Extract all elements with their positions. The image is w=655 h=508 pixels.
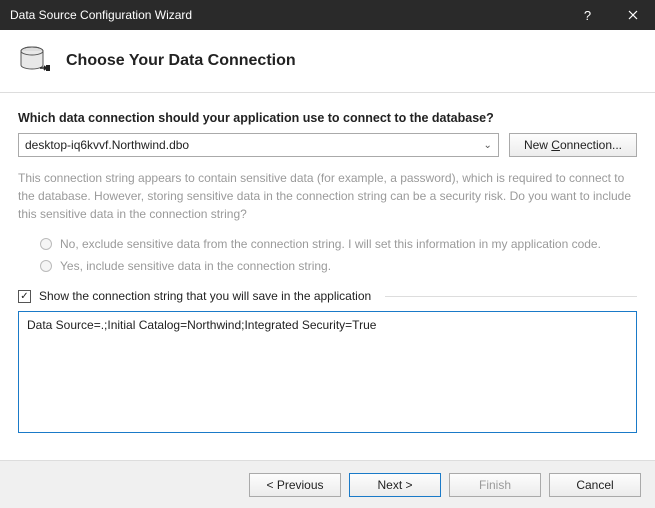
connection-dropdown-value: desktop-iq6kvvf.Northwind.dbo — [25, 138, 189, 152]
show-connection-string-checkbox[interactable]: ✓ Show the connection string that you wi… — [18, 289, 637, 303]
next-button[interactable]: Next > — [349, 473, 441, 497]
radio-exclude-label: No, exclude sensitive data from the conn… — [60, 237, 601, 251]
connection-string-value: Data Source=.;Initial Catalog=Northwind;… — [27, 318, 376, 332]
wizard-step-title: Choose Your Data Connection — [66, 52, 296, 70]
section-divider — [385, 296, 637, 297]
database-icon — [18, 44, 52, 78]
show-connection-string-label: Show the connection string that you will… — [39, 289, 371, 303]
radio-exclude-sensitive: No, exclude sensitive data from the conn… — [18, 233, 637, 255]
title-bar: Data Source Configuration Wizard ? — [0, 0, 655, 30]
close-icon — [628, 10, 638, 20]
wizard-footer: < Previous Next > Finish Cancel — [0, 460, 655, 508]
radio-icon — [40, 260, 52, 272]
window-title: Data Source Configuration Wizard — [10, 8, 192, 22]
checkbox-icon: ✓ — [18, 290, 31, 303]
radio-icon — [40, 238, 52, 250]
wizard-header: Choose Your Data Connection — [0, 30, 655, 93]
close-button[interactable] — [610, 0, 655, 30]
cancel-button[interactable]: Cancel — [549, 473, 641, 497]
finish-button: Finish — [449, 473, 541, 497]
radio-include-label: Yes, include sensitive data in the conne… — [60, 259, 331, 273]
sensitive-data-description: This connection string appears to contai… — [18, 169, 637, 223]
new-connection-button[interactable]: New Connection... — [509, 133, 637, 157]
question-label: Which data connection should your applic… — [18, 111, 637, 125]
connection-dropdown[interactable]: desktop-iq6kvvf.Northwind.dbo ⌄ — [18, 133, 499, 157]
previous-button[interactable]: < Previous — [249, 473, 341, 497]
radio-include-sensitive: Yes, include sensitive data in the conne… — [18, 255, 637, 277]
connection-string-textbox[interactable]: Data Source=.;Initial Catalog=Northwind;… — [18, 311, 637, 433]
help-button[interactable]: ? — [565, 0, 610, 30]
wizard-body: Which data connection should your applic… — [0, 93, 655, 451]
chevron-down-icon: ⌄ — [484, 140, 492, 151]
